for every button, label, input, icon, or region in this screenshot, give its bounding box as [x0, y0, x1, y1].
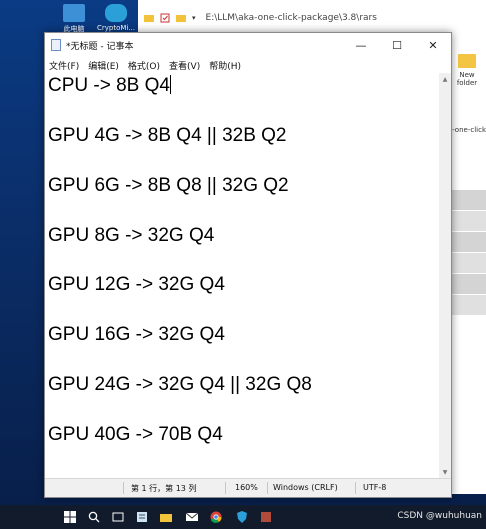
maximize-button[interactable]: ☐	[379, 33, 415, 57]
close-button[interactable]: ✕	[415, 33, 451, 57]
notepad-icon	[51, 39, 61, 51]
scroll-down-arrow-icon[interactable]: ▼	[439, 466, 451, 478]
computer-icon	[63, 4, 85, 22]
menu-edit[interactable]: 编辑(E)	[88, 59, 119, 72]
cursor-position: 第 1 行，第 13 列	[131, 484, 197, 493]
line-ending: Windows (CRLF)	[273, 483, 338, 492]
watermark: CSDN @wuhuhuan	[397, 511, 482, 521]
text-line: GPU 4G -> 8B Q4 || 32B Q2	[48, 125, 287, 146]
text-line: GPU 40G -> 70B Q4	[48, 424, 223, 445]
menu-format[interactable]: 格式(O)	[128, 59, 160, 72]
text-line: GPU 8G -> 32G Q4	[48, 225, 215, 246]
task-view-icon[interactable]	[112, 511, 124, 523]
email-icon[interactable]	[186, 511, 198, 523]
folder-icon	[458, 54, 476, 68]
chrome-icon[interactable]	[210, 511, 222, 523]
desktop-icon-cryptomi[interactable]: CryptoMi...	[94, 4, 138, 32]
notepad-taskbar-icon[interactable]	[136, 511, 148, 523]
file-explorer-icon[interactable]	[160, 511, 172, 523]
text-line: GPU 6G -> 8B Q8 || 32G Q2	[48, 175, 289, 196]
desktop-icon-this-pc[interactable]: 此电脑	[52, 4, 96, 34]
desktop-icon-label: CryptoMi...	[96, 24, 136, 32]
status-bar: 第 1 行，第 13 列 160% Windows (CRLF) UTF-8	[45, 478, 451, 497]
text-editor-area[interactable]: CPU -> 8B Q4 GPU 4G -> 8B Q4 || 32B Q2 G…	[45, 73, 439, 478]
vertical-scrollbar[interactable]: ▲ ▼	[439, 73, 451, 478]
menu-help[interactable]: 帮助(H)	[209, 59, 241, 72]
text-line: GPU 24G -> 32G Q4 || 32G Q8	[48, 374, 312, 395]
shield-icon[interactable]	[236, 511, 248, 523]
shield-icon	[105, 4, 127, 22]
menu-bar: 文件(F) 编辑(E) 格式(O) 查看(V) 帮助(H)	[45, 57, 451, 73]
text-line: CPU -> 8B Q4	[48, 75, 171, 96]
search-icon[interactable]	[88, 511, 100, 523]
notepad-titlebar[interactable]: *无标题 - 记事本 — ☐ ✕	[45, 33, 451, 57]
address-path[interactable]: E:\LLM\aka-one-click-package\3.8\rars	[206, 13, 377, 23]
zoom-level: 160%	[235, 483, 258, 492]
encoding: UTF-8	[363, 483, 387, 492]
text-line: GPU 12G -> 32G Q4	[48, 274, 225, 295]
start-windows-icon[interactable]	[64, 511, 76, 523]
quick-access-dropdown-icon[interactable]: ▾	[192, 14, 196, 22]
menu-file[interactable]: 文件(F)	[49, 59, 79, 72]
menu-view[interactable]: 查看(V)	[169, 59, 200, 72]
folder-icon	[176, 15, 186, 22]
notepad-window: *无标题 - 记事本 — ☐ ✕ 文件(F) 编辑(E) 格式(O) 查看(V)…	[44, 32, 452, 498]
app-icon[interactable]	[260, 511, 272, 523]
new-folder-label: New folder	[456, 71, 478, 87]
minimize-button[interactable]: —	[343, 33, 379, 57]
text-line: GPU 16G -> 32G Q4	[48, 324, 225, 345]
scroll-up-arrow-icon[interactable]: ▲	[439, 73, 451, 85]
new-folder-item[interactable]: New folder	[452, 54, 482, 87]
text-caret	[169, 75, 171, 94]
window-title: *无标题 - 记事本	[66, 41, 134, 52]
file-list-rows	[448, 190, 486, 320]
folder-icon	[144, 15, 154, 22]
properties-icon[interactable]	[160, 13, 170, 23]
